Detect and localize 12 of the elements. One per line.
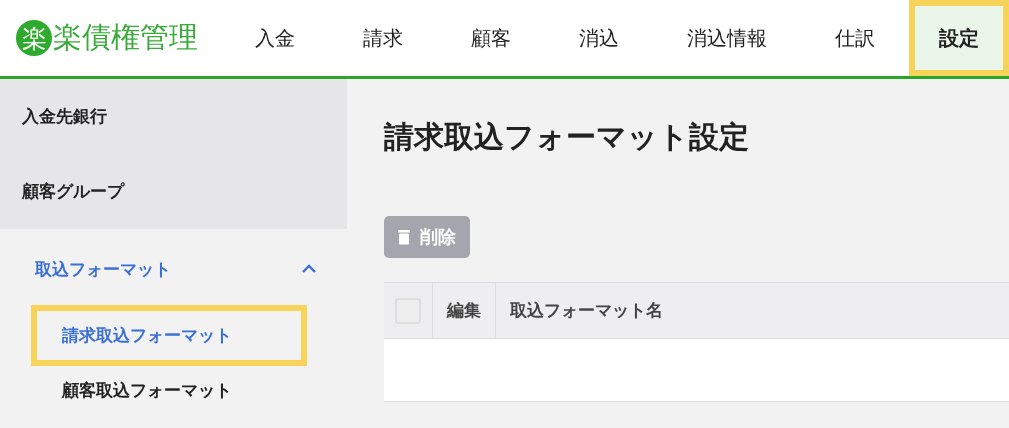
- trash-icon: [398, 229, 410, 245]
- column-header: 編集: [447, 299, 481, 322]
- sidebar-item[interactable]: 取込フォーマット: [35, 257, 171, 281]
- logo-text: 楽債権管理: [53, 19, 198, 56]
- sidebar-item[interactable]: 入金先銀行: [0, 79, 347, 154]
- column-header: 取込フォーマット名: [510, 299, 663, 322]
- page-title: 請求取込フォーマット設定: [384, 118, 750, 156]
- sidebar-subitem[interactable]: 請求取込フォーマット: [37, 311, 301, 360]
- sidebar-item[interactable]: 顧客グループ: [0, 154, 347, 229]
- chevron-icon[interactable]: [301, 264, 317, 274]
- nav-tab[interactable]: 設定: [915, 6, 1003, 70]
- logo-mark: 楽: [16, 20, 52, 56]
